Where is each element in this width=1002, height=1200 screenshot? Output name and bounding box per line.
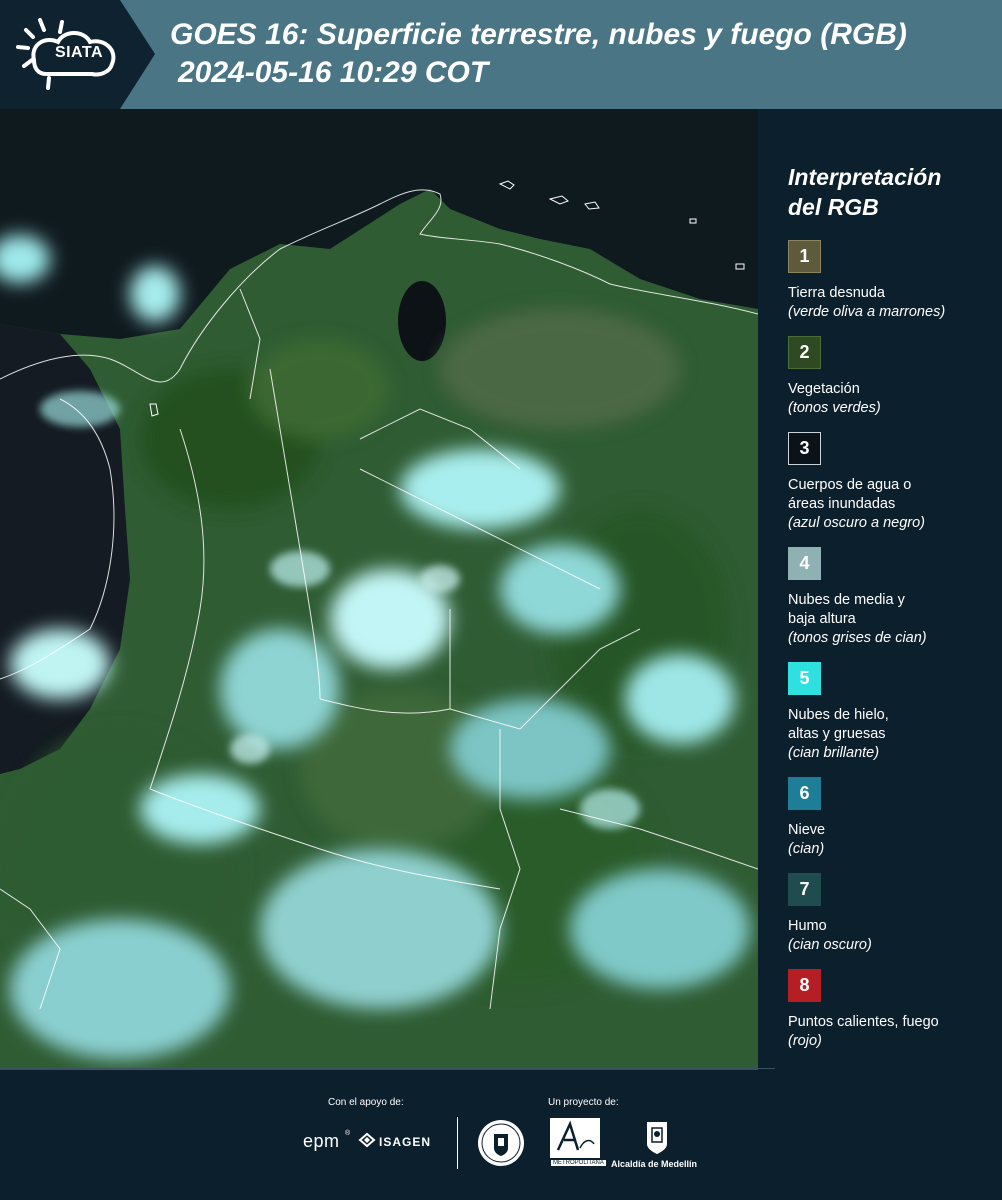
title-line-1: GOES 16: Superficie terrestre, nubes y f… (170, 18, 907, 51)
legend-description: (cian brillante) (788, 745, 880, 761)
alcaldia-text: Alcaldía de Medellín (611, 1159, 698, 1169)
legend-label: Cuerpos de agua o áreas inundadas (788, 476, 993, 514)
legend-label: Nubes de hielo, altas y gruesas (788, 706, 993, 744)
legend-swatch: 3 (788, 432, 821, 465)
legend-description: (tonos verdes) (788, 400, 881, 416)
legend-title-line-2: del RGB (788, 194, 879, 220)
legend-swatch: 2 (788, 336, 821, 369)
legend-swatch: 7 (788, 873, 821, 906)
registered-mark-icon: ® (345, 1130, 351, 1137)
legend-label-line: Nieve (788, 822, 826, 838)
legend-item-tierra-desnuda: 1 Tierra desnuda (verde oliva a marrones… (788, 240, 993, 322)
support-caption: Con el apoyo de: (328, 1097, 404, 1108)
legend-description: (cian oscuro) (788, 937, 872, 953)
legend-label: Vegetación (788, 380, 993, 399)
legend-description: (cian) (788, 841, 825, 857)
legend-description: (azul oscuro a negro) (788, 515, 926, 531)
footer-vertical-divider (457, 1117, 458, 1169)
legend-label-line: baja altura (788, 611, 856, 627)
legend-title-line-1: Interpretación (788, 164, 942, 190)
legend-description: (tonos grises de cian) (788, 630, 927, 646)
legend-label-line: Vegetación (788, 381, 860, 397)
legend-swatch: 8 (788, 969, 821, 1002)
logo-text: SIATA (54, 44, 104, 61)
page-title: GOES 16: Superficie terrestre, nubes y f… (170, 16, 1000, 92)
legend-item-nubes-hielo: 5 Nubes de hielo, altas y gruesas (cian … (788, 662, 993, 763)
legend-item-humo: 7 Humo (cian oscuro) (788, 873, 993, 955)
isagen-text: ISAGEN (379, 1135, 432, 1149)
title-timestamp: 2024-05-16 10:29 COT (178, 56, 489, 89)
legend-swatch: 5 (788, 662, 821, 695)
legend-label-line: altas y gruesas (788, 726, 886, 742)
legend-label-line: áreas inundadas (788, 496, 896, 512)
isagen-mark-icon (358, 1132, 376, 1148)
legend-item-cuerpos-de-agua: 3 Cuerpos de agua o áreas inundadas (azu… (788, 432, 993, 533)
legend-swatch: 1 (788, 240, 821, 273)
legend-swatch: 6 (788, 777, 821, 810)
legend-label-line: Nubes de hielo, (788, 707, 889, 723)
legend-label-line: Nubes de media y (788, 592, 905, 608)
legend-label: Humo (788, 917, 993, 936)
legend-swatch: 4 (788, 547, 821, 580)
header-bar: SIATA GOES 16: Superficie terrestre, nub… (0, 0, 1002, 109)
legend-label-line: Humo (788, 918, 827, 934)
legend-description: (verde oliva a marrones) (788, 304, 946, 320)
area-metropolitana-text: METROPOLITANA (551, 1160, 606, 1166)
epm-logo: epm (303, 1131, 340, 1151)
legend-description: (rojo) (788, 1033, 822, 1049)
legend-item-nubes-media-baja: 4 Nubes de media y baja altura (tonos gr… (788, 547, 993, 648)
legend-item-vegetacion: 2 Vegetación (tonos verdes) (788, 336, 993, 418)
legend-item-puntos-calientes: 8 Puntos calientes, fuego (rojo) (788, 969, 993, 1051)
footer-divider-line (0, 1068, 775, 1069)
area-logo-mark-icon (550, 1118, 600, 1158)
siata-logo: SIATA (0, 0, 155, 109)
legend-label-line: Puntos calientes, fuego (788, 1014, 939, 1030)
legend-label-line: Cuerpos de agua o (788, 477, 912, 493)
alcaldia-shield-icon (647, 1122, 667, 1154)
legend-label: Puntos calientes, fuego (788, 1013, 993, 1032)
satellite-map-image (0, 109, 758, 1070)
legend-label-line: Tierra desnuda (788, 285, 885, 301)
legend-label: Tierra desnuda (788, 284, 993, 303)
seal-logo-icon (478, 1120, 524, 1166)
legend-item-nieve: 6 Nieve (cian) (788, 777, 993, 859)
legend-label: Nubes de media y baja altura (788, 591, 993, 629)
legend-title: Interpretación del RGB (788, 162, 993, 222)
rgb-legend: Interpretación del RGB 1 Tierra desnuda … (788, 162, 993, 1051)
project-caption: Un proyecto de: (548, 1097, 619, 1108)
legend-label: Nieve (788, 821, 993, 840)
